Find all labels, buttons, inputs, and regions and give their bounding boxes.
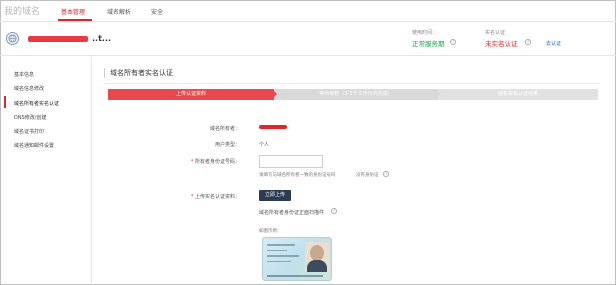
step-review: 等待审核（3-5个工作日内完成） [274,89,438,100]
owner-name-redaction [259,125,287,129]
sidebar-item-edit-info[interactable]: 域名信息修改 [14,85,44,92]
go-verify-link[interactable]: 去认证 [546,40,561,47]
id-number-label-text: 所有者身份证号码： [194,159,240,165]
id-card-portrait [305,242,329,272]
help-icon[interactable]: ? [383,171,389,177]
step-arrow [436,89,441,99]
active-tab-underline [58,19,92,21]
id-number-hint: 请填写与域名所有者一致的身份证号码 [259,173,336,178]
brand-title: 我的域名 [4,7,41,17]
tab-dns-resolution[interactable]: 域名解析 [107,7,131,16]
example-label: 如图示例： [259,229,282,234]
realname-status-value: 未实名认证 [485,40,518,48]
step-result: 域名实名认证结果 [438,89,598,100]
sidebar-active-indicator [4,96,6,108]
user-type-label: 用户类型： [214,142,240,148]
id-card-sample-image [262,237,332,281]
upload-hint: 域名所有者身份证正面扫描件 [259,210,325,216]
page-title: 域名所有者实名认证 [110,69,173,77]
domain-name: ..t... [92,34,112,43]
globe-icon [6,32,19,45]
sidebar-item-realname[interactable]: 域名所有者实名认证 [14,100,59,107]
tab-security[interactable]: 安全 [151,7,163,16]
top-nav: 我的域名 基本管理 域名解析 安全 [0,0,616,22]
service-period-value: 正常服务期 [412,40,445,48]
id-number-label: * 所有者身份证号码： [150,158,240,165]
help-icon[interactable]: ? [525,39,531,45]
realname-label: 实名认证 [485,30,506,36]
user-type-value: 个人 [259,142,270,148]
upload-button[interactable]: 立即上传 [259,190,291,201]
tab-basic-management[interactable]: 基本管理 [61,7,85,16]
upload-label: * 上传实名认证资料： [150,193,240,200]
owner-label: 域名所有者： [209,126,240,132]
title-divider [104,83,600,84]
progress-steps: 上传认证资料 等待审核（3-5个工作日内完成） 域名实名认证结果 [108,89,598,100]
id-card-text-lines [267,244,299,266]
step-upload: 上传认证资料 [108,89,274,100]
upload-label-text: 上传实名认证资料： [194,194,240,200]
id-card-number-line [267,275,323,277]
title-accent [104,68,105,78]
help-icon[interactable]: ? [331,208,337,214]
domain-name-redaction [28,36,88,42]
id-number-input[interactable] [259,155,323,168]
sidebar-item-basic-info[interactable]: 基本信息 [14,71,34,78]
sidebar-item-email-settings[interactable]: 域名通知邮件设置 [14,142,54,149]
sidebar-item-certificate[interactable]: 域名证书打印 [14,128,44,135]
step-arrow [272,89,277,99]
sidebar: 基本信息 域名信息修改 域名所有者实名认证 DNS修改/创建 域名证书打印 域名… [0,57,92,285]
no-id-link[interactable]: 没有身份证 [356,172,379,178]
service-period-label: 使用时间： [412,30,438,36]
sidebar-item-dns[interactable]: DNS修改/创建 [14,114,46,121]
help-icon[interactable]: ? [450,39,456,45]
domain-header: ..t... 使用时间： 正常服务期 ? 实名认证 未实名认证 ? 去认证 [0,22,616,56]
